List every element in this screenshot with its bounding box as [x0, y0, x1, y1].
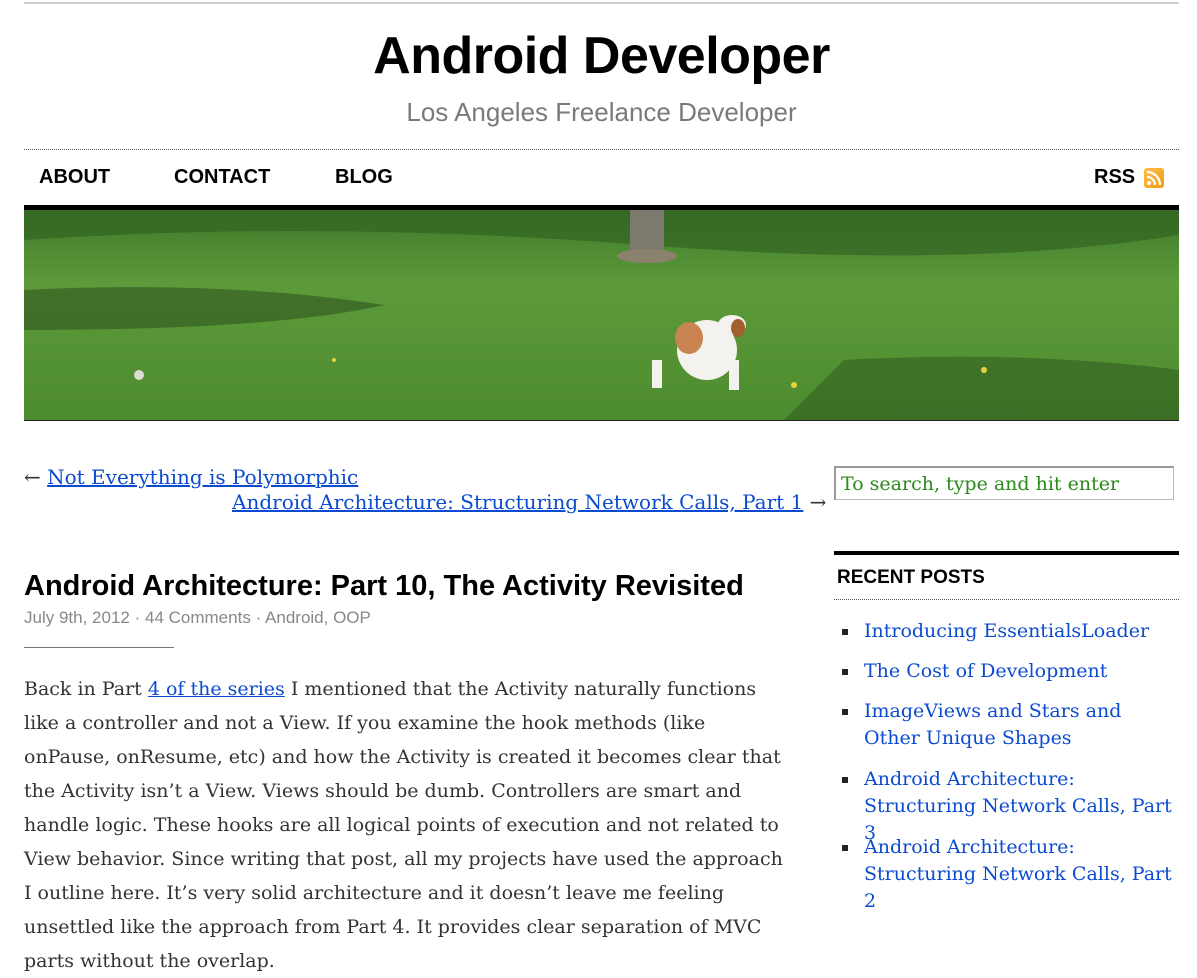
site-tagline: Los Angeles Freelance Developer — [406, 97, 797, 127]
recent-posts-heading: RECENT POSTS — [837, 567, 985, 588]
meta-separator: · — [134, 608, 141, 627]
meta-separator: · — [255, 608, 262, 627]
post-body: Back in Part 4 of the series I mentioned… — [24, 672, 784, 978]
header-photo-dog-in-grass-icon — [24, 210, 1179, 420]
recent-posts-divider — [834, 599, 1179, 600]
site-title[interactable]: Android Developer — [24, 24, 1179, 88]
post-meta: July 9th, 2012 · 44 Comments · Android, … — [24, 608, 371, 628]
search-input[interactable] — [834, 466, 1174, 500]
bullet-icon — [842, 709, 848, 715]
list-item: Android Architecture: Structuring Networ… — [834, 834, 1179, 915]
header-divider — [24, 149, 1179, 150]
post-title[interactable]: Android Architecture: Part 10, The Activ… — [24, 567, 804, 605]
top-border — [24, 2, 1179, 4]
left-arrow-icon: ← — [24, 465, 41, 489]
prev-post-link[interactable]: Not Everything is Polymorphic — [47, 465, 358, 489]
main-nav: ABOUT CONTACT BLOG RSS — [24, 160, 1179, 196]
list-item: Introducing EssentialsLoader — [834, 618, 1179, 645]
nav-about[interactable]: ABOUT — [39, 166, 110, 189]
prev-post-nav: ← Not Everything is Polymorphic — [24, 465, 358, 489]
post-body-text: Back in Part — [24, 678, 148, 700]
recent-post-link[interactable]: Android Architecture: Structuring Networ… — [864, 834, 1179, 915]
list-item: The Cost of Development — [834, 658, 1179, 685]
recent-post-link[interactable]: ImageViews and Stars and Other Unique Sh… — [864, 698, 1179, 752]
nav-blog[interactable]: BLOG — [335, 166, 393, 189]
nav-rss-link[interactable]: RSS — [1094, 166, 1135, 189]
right-arrow-icon: → — [809, 490, 827, 514]
next-post-nav: Android Architecture: Structuring Networ… — [232, 490, 826, 514]
recent-post-link[interactable]: The Cost of Development — [864, 658, 1179, 685]
next-post-link[interactable]: Android Architecture: Structuring Networ… — [232, 490, 803, 514]
comments-link[interactable]: 44 Comments — [145, 608, 251, 627]
bullet-icon — [842, 669, 848, 675]
post-categories[interactable]: Android, OOP — [265, 608, 371, 627]
post-date: July 9th, 2012 — [24, 608, 130, 627]
recent-posts-bar — [834, 551, 1179, 555]
list-item: ImageViews and Stars and Other Unique Sh… — [834, 698, 1179, 752]
recent-post-link[interactable]: Introducing EssentialsLoader — [864, 618, 1179, 645]
bullet-icon — [842, 845, 848, 851]
bullet-icon — [842, 629, 848, 635]
meta-divider — [24, 647, 174, 648]
series-part-4-link[interactable]: 4 of the series — [148, 678, 285, 700]
header-photo — [24, 210, 1179, 421]
nav-contact[interactable]: CONTACT — [174, 166, 270, 189]
rss-icon[interactable] — [1144, 168, 1164, 188]
post-body-text: I mentioned that the Activity naturally … — [24, 678, 783, 972]
bullet-icon — [842, 777, 848, 783]
